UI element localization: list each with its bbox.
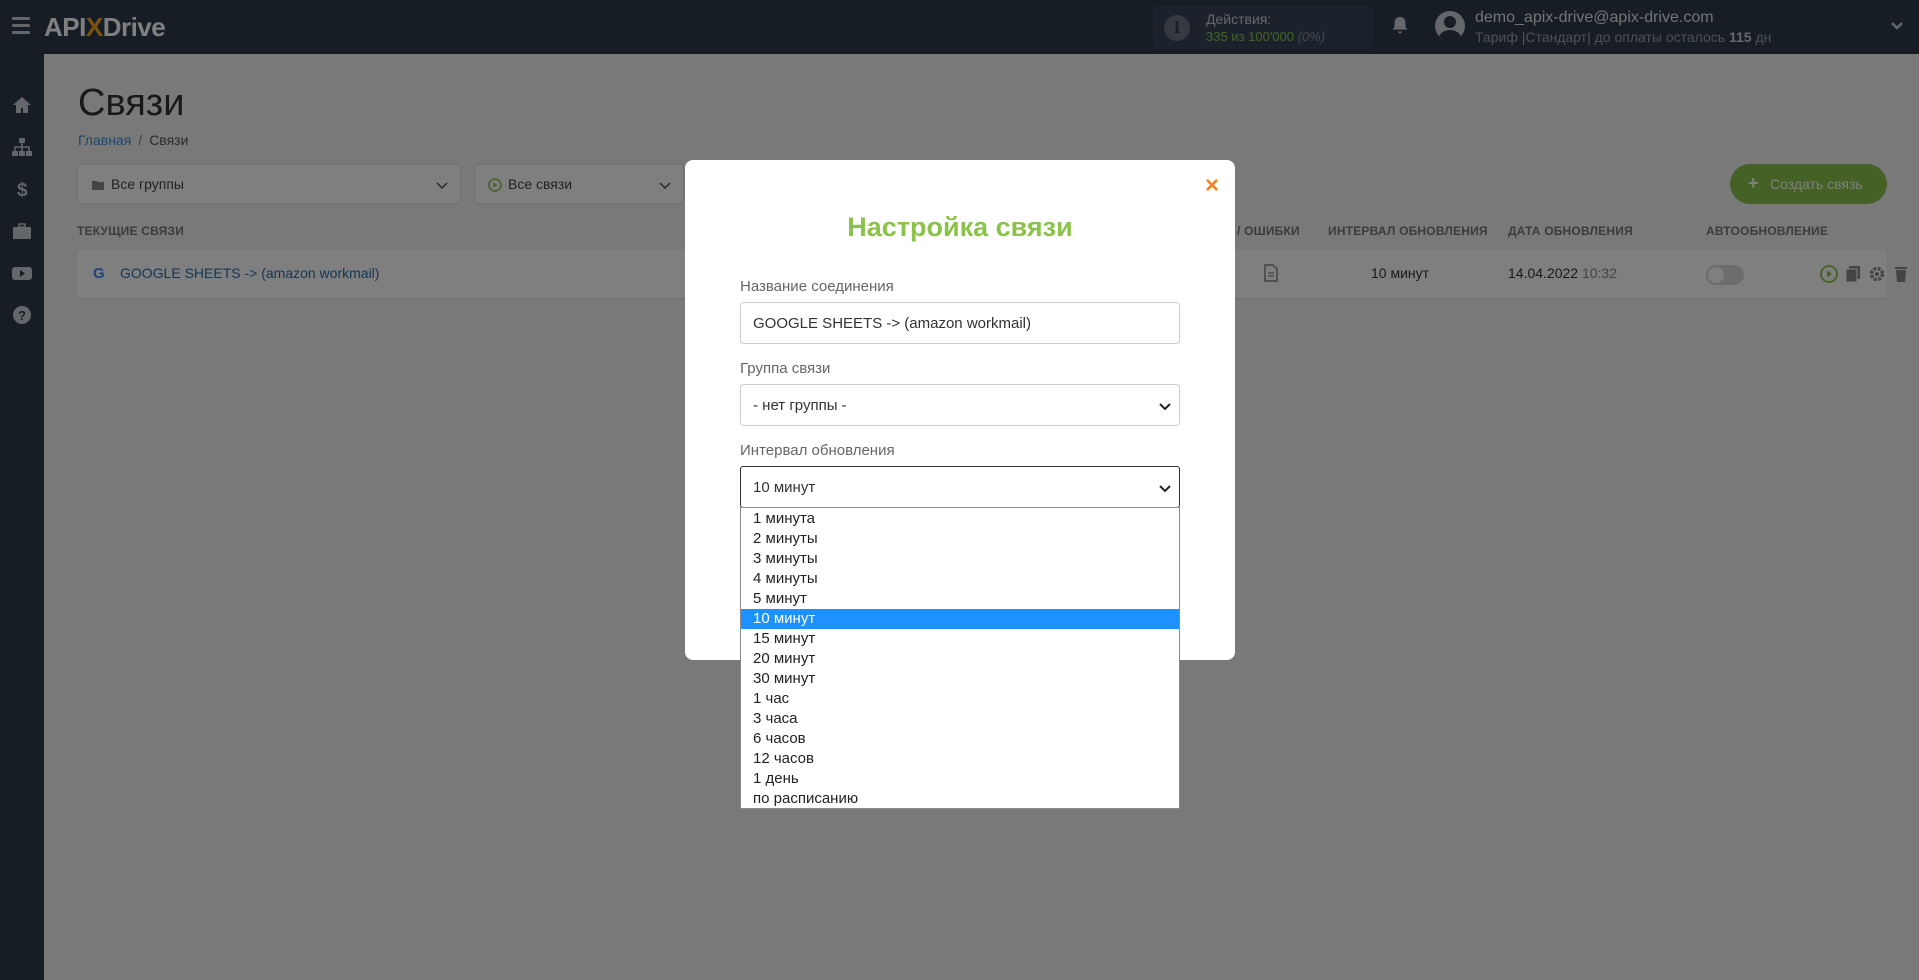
interval-option[interactable]: 15 минут [741, 629, 1179, 649]
interval-option[interactable]: 4 минуты [741, 569, 1179, 589]
interval-option[interactable]: 3 часа [741, 709, 1179, 729]
modal-title: Настройка связи [847, 212, 1073, 242]
interval-select[interactable]: 10 минут [740, 466, 1180, 508]
chevron-down-icon [1159, 485, 1171, 493]
name-label: Название соединения [740, 278, 894, 295]
interval-option[interactable]: по расписанию [741, 789, 1179, 809]
interval-label: Интервал обновления [740, 442, 895, 459]
interval-dropdown-list: 1 минута 2 минуты 3 минуты 4 минуты 5 ми… [740, 507, 1180, 809]
interval-option[interactable]: 2 минуты [741, 529, 1179, 549]
interval-option[interactable]: 5 минут [741, 589, 1179, 609]
interval-option[interactable]: 1 час [741, 689, 1179, 709]
group-select[interactable]: - нет группы - [740, 384, 1180, 426]
connection-name-input[interactable]: GOOGLE SHEETS -> (amazon workmail) [740, 302, 1180, 344]
interval-option-selected[interactable]: 10 минут [741, 609, 1179, 629]
chevron-down-icon [1159, 403, 1171, 411]
interval-option[interactable]: 20 минут [741, 649, 1179, 669]
interval-option[interactable]: 30 минут [741, 669, 1179, 689]
close-icon[interactable]: × [1205, 174, 1219, 198]
group-label: Группа связи [740, 360, 831, 377]
interval-option[interactable]: 12 часов [741, 749, 1179, 769]
interval-option[interactable]: 1 минута [741, 509, 1179, 529]
interval-option[interactable]: 1 день [741, 769, 1179, 789]
interval-option[interactable]: 6 часов [741, 729, 1179, 749]
interval-option[interactable]: 3 минуты [741, 549, 1179, 569]
